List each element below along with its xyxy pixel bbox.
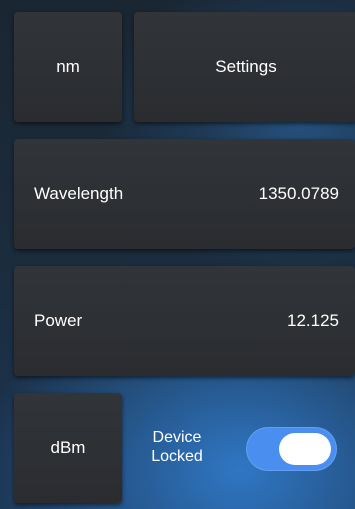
power-value: 12.125 xyxy=(287,311,339,330)
wavelength-unit-label: nm xyxy=(56,57,80,76)
device-locked-label: Device Locked xyxy=(148,428,206,466)
device-locked-label-line2: Locked xyxy=(151,448,203,465)
power-unit-button[interactable]: dBm xyxy=(14,393,122,503)
wavelength-label: Wavelength xyxy=(34,184,124,203)
power-unit-label: dBm xyxy=(50,438,86,457)
wavelength-unit-button[interactable]: nm xyxy=(14,12,122,122)
settings-label: Settings xyxy=(215,57,277,76)
wavelength-field[interactable]: Wavelength 1350.0789 xyxy=(14,139,355,249)
settings-button[interactable]: Settings xyxy=(134,12,355,122)
device-locked-toggle[interactable] xyxy=(246,427,337,471)
wavelength-value: 1350.0789 xyxy=(258,184,339,203)
power-label: Power xyxy=(34,311,83,330)
device-control-screen: nm Settings Wavelength 1350.0789 Power 1… xyxy=(0,0,355,509)
device-locked-label-line1: Device xyxy=(152,429,202,446)
power-field[interactable]: Power 12.125 xyxy=(14,266,355,376)
toggle-knob xyxy=(279,433,331,465)
